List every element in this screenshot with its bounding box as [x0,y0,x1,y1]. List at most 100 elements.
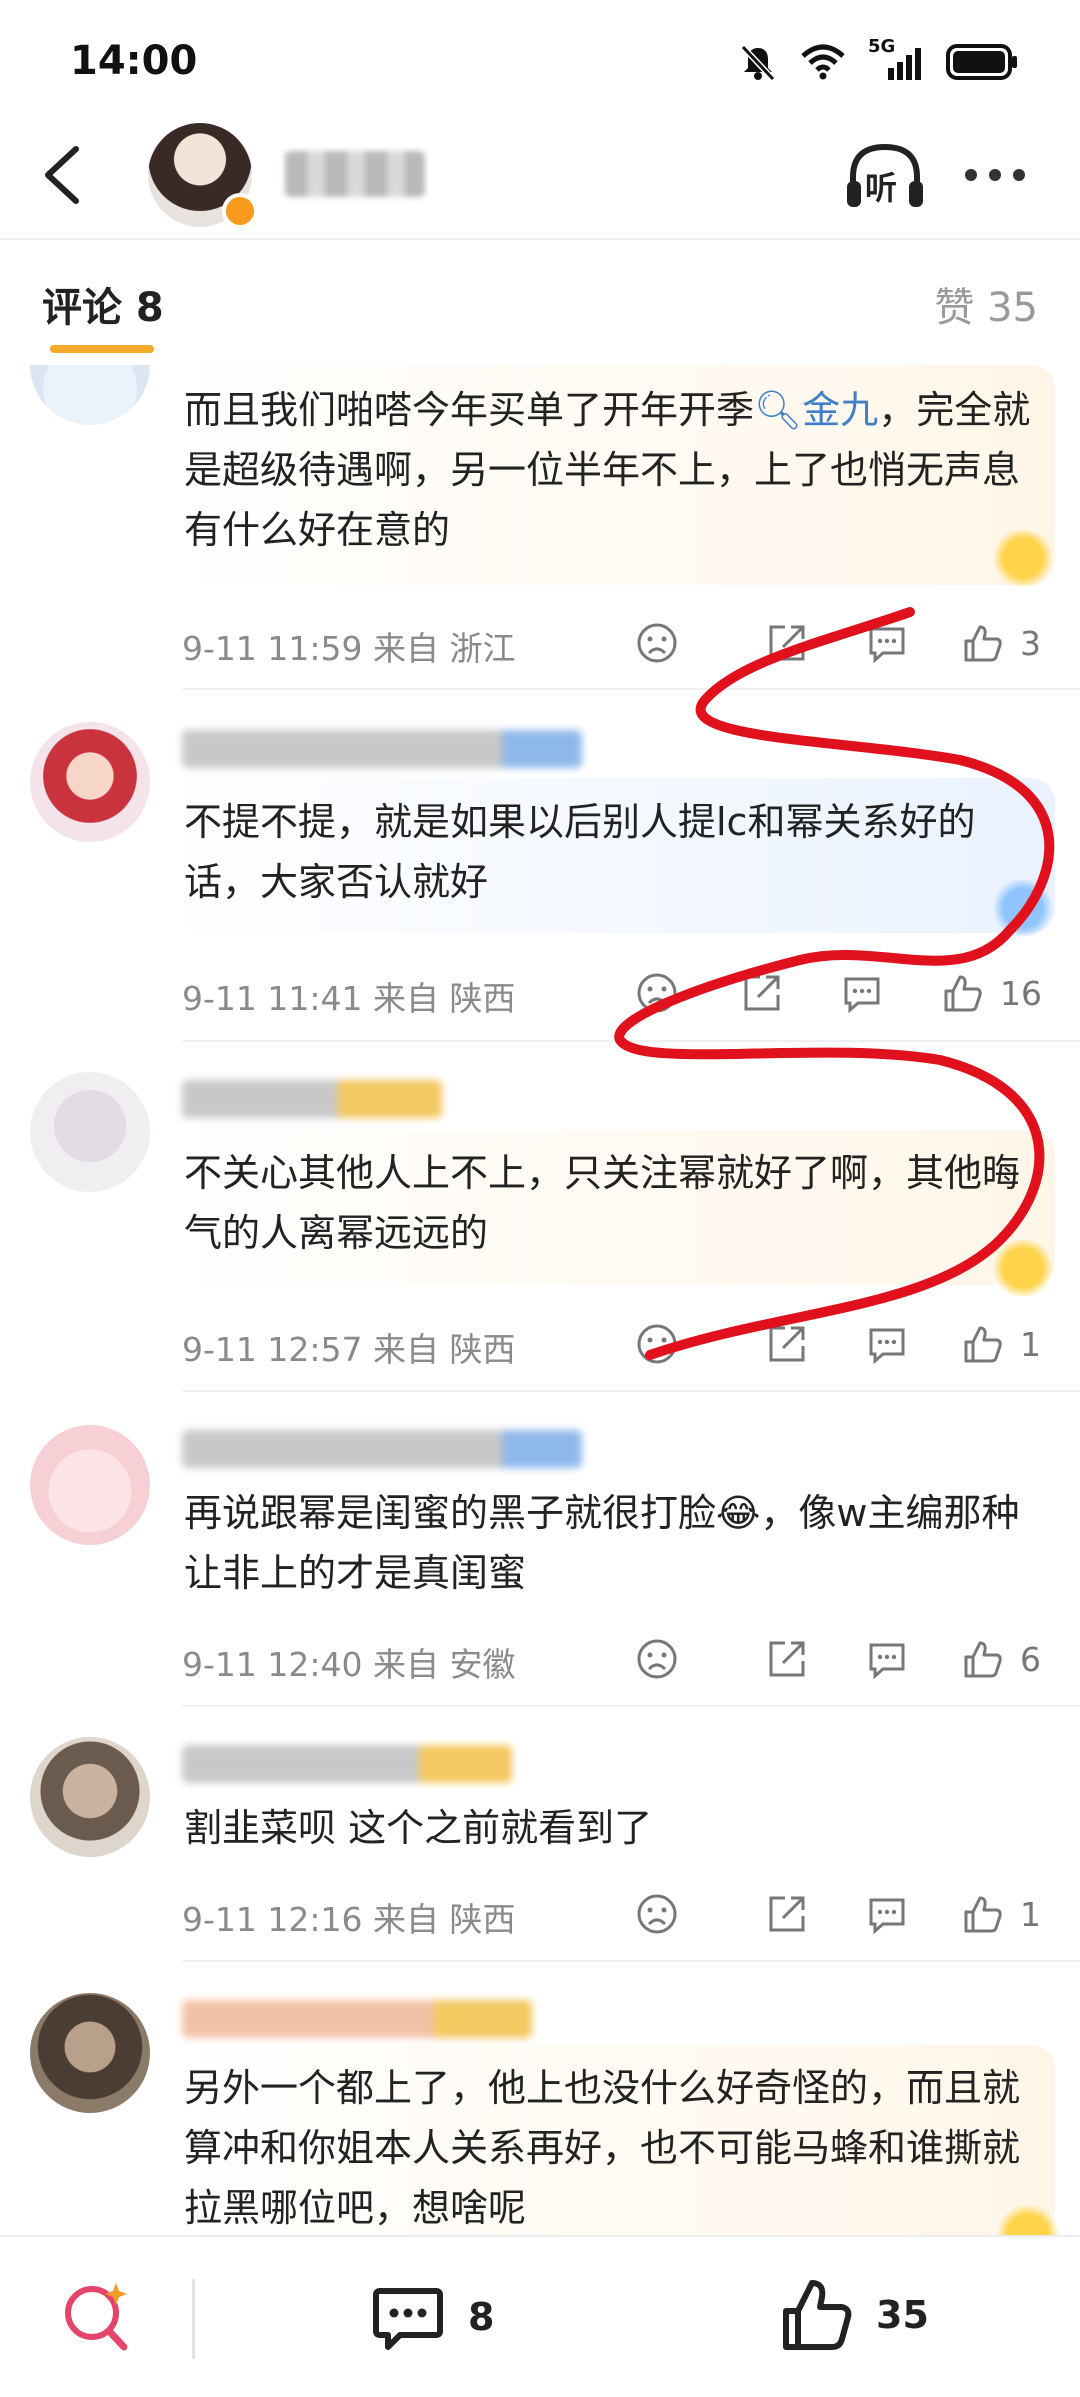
commenter-avatar[interactable] [30,1072,150,1192]
comment-actions: 1 [620,1884,1050,1944]
comment-text: 另外一个都上了，他上也没什么好奇怪的，而且就算冲和你姐本人关系再好，也不可能马蜂… [184,2066,1021,2230]
more-dot-icon [1013,169,1025,181]
share-icon [769,1896,805,1932]
status-time: 14:00 [70,38,198,84]
comment-tabs: 评论 8 赞 35 [0,245,1080,360]
share-button[interactable] [740,963,784,1023]
thumbs-up-icon [964,1896,1002,1933]
gold-gem-badge-icon [990,1240,1056,1296]
bottom-action-bar: 8 35 [0,2235,1080,2397]
sad-face-icon [637,973,677,1013]
comment-bubble-icon [869,1643,905,1680]
bottom-like-button[interactable]: 35 [778,2271,929,2359]
like-button[interactable]: 1 [960,1314,1041,1374]
more-dot-icon [965,169,977,181]
dislike-button[interactable] [635,1314,679,1374]
verified-badge-icon [222,193,258,229]
like-count: 1 [1020,1324,1041,1364]
author-name-blurred[interactable] [285,151,425,197]
like-count: 3 [1020,623,1041,663]
comment-text-part: 再说跟幂是闺蜜的黑子就很打脸 [184,1491,717,1535]
gold-gem-badge-icon [990,530,1056,586]
like-button[interactable]: 3 [960,613,1041,673]
comment-bubble-icon [869,1328,905,1365]
comment-actions: 3 [620,613,1050,673]
comment-text: 不提不提，就是如果以后别人提lc和幂关系好的话，大家否认就好 [184,800,976,904]
ai-search-icon[interactable] [58,2275,138,2355]
listen-button[interactable]: 听 [845,141,925,213]
share-button[interactable] [765,1884,809,1944]
more-dot-icon [989,169,1001,181]
comment-divider [182,688,1080,690]
comment-text: 割韭菜呗 这个之前就看到了 [184,1806,653,1850]
share-button[interactable] [765,1629,809,1689]
like-count: 1 [1020,1894,1041,1934]
comment-text: 而且我们啪嗒今年买单了开年开季🔍︎金九，完全就是超级待遇啊，另一位半年不上，上了… [184,380,1034,560]
blue-gem-badge-icon [990,880,1056,936]
commenter-name-blurred[interactable] [182,1080,442,1118]
commenter-avatar[interactable] [30,722,150,842]
dislike-button[interactable] [635,613,679,673]
reply-button[interactable] [865,1314,909,1374]
comment-divider [182,1390,1080,1392]
mute-bell-icon [740,44,776,82]
thumbs-up-icon [783,2280,852,2350]
share-icon [769,625,805,661]
like-button[interactable]: 6 [960,1629,1041,1689]
comment-text-part: 而且我们啪嗒今年买单了开年开季 [184,388,755,432]
comment-divider [182,1960,1080,1962]
commenter-name-blurred[interactable] [182,730,582,768]
bottom-bar-separator [192,2279,195,2359]
back-arrow-icon[interactable] [34,143,94,207]
author-avatar[interactable] [148,123,258,229]
share-icon [744,975,780,1011]
battery-icon [946,44,1017,80]
thumbs-up-icon [964,1326,1002,1363]
keyword-text: 金九 [802,388,879,432]
share-button[interactable] [765,613,809,673]
comment-text: 再说跟幂是闺蜜的黑子就很打脸😂，像w主编那种让非上的才是真闺蜜 [184,1483,1034,1603]
commenter-avatar[interactable] [30,1737,150,1857]
wifi-icon [801,44,845,80]
dislike-button[interactable] [635,963,679,1023]
like-button[interactable]: 1 [960,1884,1041,1944]
comment-meta: 9-11 11:59 来自 浙江 [182,629,516,668]
sad-face-icon [637,623,677,663]
comment-actions: 6 [620,1629,1050,1689]
like-button[interactable]: 16 [940,963,1042,1023]
sad-face-icon [637,1324,677,1364]
share-icon [769,1641,805,1677]
laughing-crying-emoji-icon: 😂 [716,1491,761,1535]
comment-text: 不关心其他人上不上，只关注幂就好了啊，其他晦气的人离幂远远的 [184,1151,1021,1255]
listen-label: 听 [865,169,898,207]
commenter-avatar[interactable] [30,1993,150,2113]
dislike-button[interactable] [635,1884,679,1944]
comment-bubble-icon [869,1898,905,1935]
commenter-name-blurred[interactable] [182,1430,582,1468]
reply-button[interactable] [865,1884,909,1944]
status-bar: 14:00 5G [0,0,1080,120]
bottom-comments-button[interactable]: 8 [370,2275,494,2359]
commenter-name-blurred[interactable] [182,1745,512,1783]
share-button[interactable] [765,1314,809,1374]
tab-likes[interactable]: 赞 35 [934,275,1038,333]
comment-bubble-icon [844,977,880,1014]
reply-button[interactable] [865,613,909,673]
dislike-button[interactable] [635,1629,679,1689]
reply-button[interactable] [840,963,884,1023]
reply-button[interactable] [865,1629,909,1689]
more-options-button[interactable] [965,160,1035,190]
tab-comments[interactable]: 评论 8 [42,275,164,333]
hashtag-link[interactable]: 🔍︎金九 [754,388,878,432]
comment-actions: 16 [620,963,1050,1023]
thumbs-up-icon [944,975,982,1012]
thumbs-up-icon [964,625,1002,662]
status-icons: 5G [738,36,1020,82]
commenter-name-blurred[interactable] [182,2000,532,2038]
sad-face-icon [637,1639,677,1679]
bottom-likes-count: 35 [876,2293,929,2337]
signal-icon: 5G [868,36,924,82]
commenter-avatar[interactable] [30,1425,150,1545]
comment-actions: 1 [620,1314,1050,1374]
comment-divider [182,1040,1080,1042]
